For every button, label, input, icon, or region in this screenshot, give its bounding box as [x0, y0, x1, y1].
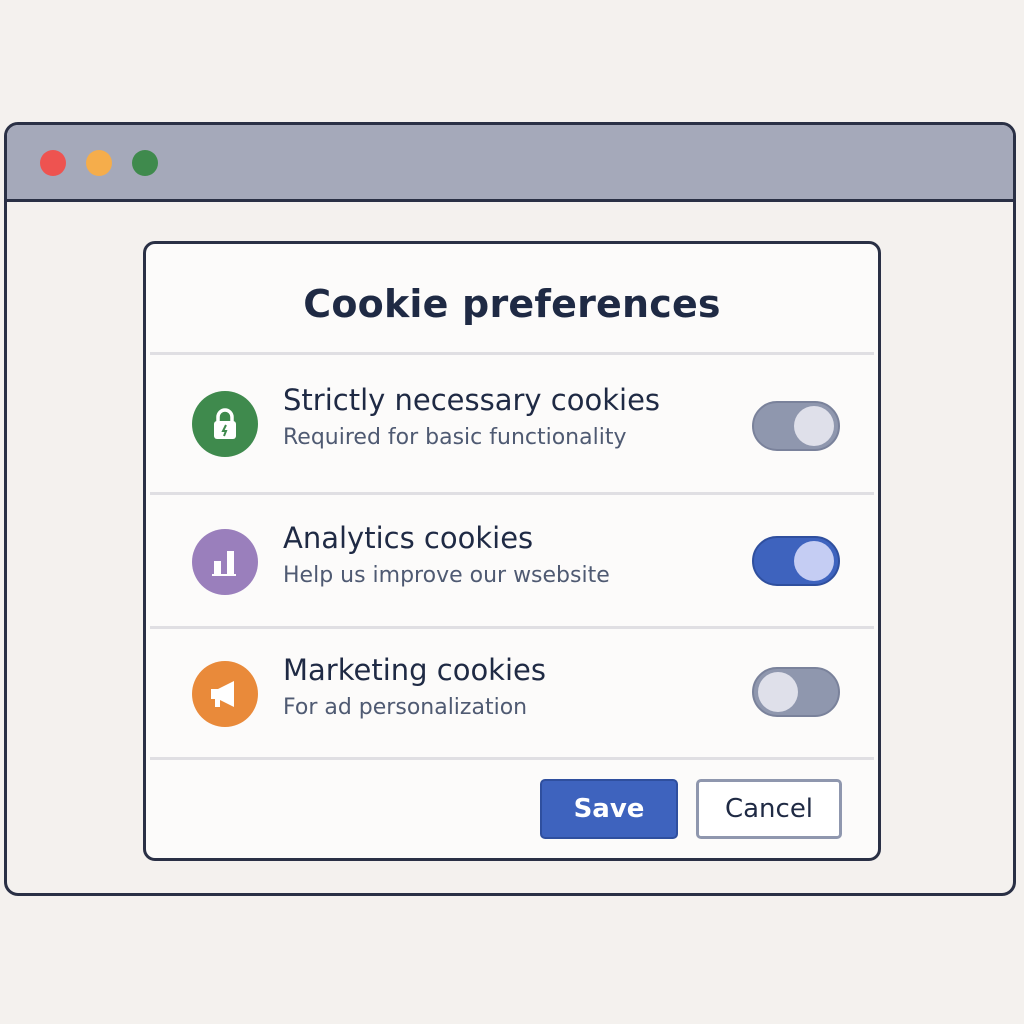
strictly-necessary-toggle[interactable] — [752, 401, 840, 451]
dialog-title: Cookie preferences — [303, 282, 721, 326]
close-window-button[interactable] — [40, 150, 66, 176]
divider — [150, 757, 874, 760]
cookie-category-marketing: Marketing cookies For ad personalization — [146, 629, 878, 757]
category-description: For ad personalization — [283, 695, 528, 720]
toggle-knob — [758, 672, 798, 712]
cookie-category-strictly-necessary: Strictly necessary cookies Required for … — [146, 355, 878, 492]
cancel-button[interactable]: Cancel — [696, 779, 842, 839]
category-title: Marketing cookies — [283, 653, 546, 687]
cookie-preferences-dialog: Cookie preferences Strictly necessary co… — [143, 241, 881, 861]
window-titlebar — [7, 125, 1013, 202]
analytics-toggle[interactable] — [752, 536, 840, 586]
category-title: Analytics cookies — [283, 521, 534, 555]
category-title: Strictly necessary cookies — [283, 383, 661, 417]
lock-icon — [192, 391, 258, 457]
toggle-knob — [794, 541, 834, 581]
save-button[interactable]: Save — [540, 779, 678, 839]
megaphone-icon — [192, 661, 258, 727]
toggle-knob — [794, 406, 834, 446]
category-description: Help us improve our wsebsite — [283, 563, 610, 588]
cookie-category-analytics: Analytics cookies Help us improve our ws… — [146, 495, 878, 626]
marketing-toggle[interactable] — [752, 667, 840, 717]
minimize-window-button[interactable] — [86, 150, 112, 176]
maximize-window-button[interactable] — [132, 150, 158, 176]
category-description: Required for basic functionality — [283, 425, 627, 450]
bar-chart-icon — [192, 529, 258, 595]
